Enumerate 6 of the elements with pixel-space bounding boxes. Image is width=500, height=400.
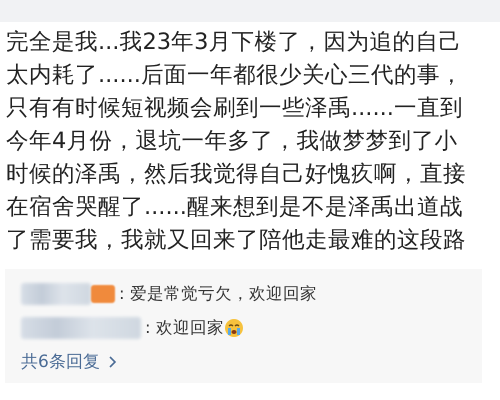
blurred-username (21, 283, 91, 305)
reply-text: : 爱是常觉亏欠，欢迎回家 (119, 283, 317, 305)
more-replies-link[interactable]: 共6条回复 (21, 345, 100, 379)
reply-text: : 欢迎回家 (145, 317, 224, 339)
chevron-right-icon[interactable] (108, 355, 118, 369)
post-text: 完全是我...我23年3月下楼了，因为追的自己太内耗了......后面一年都很少关心三代的事，只有有时候短视频会刷到一些泽禹......一直到今年4月份，退坑一年多了，我做梦梦到了小时候的泽禹，然后我觉得自己好愧疚啊，直接在宿舍哭醒了......醒来想到是不是泽禹出道战了需要我，我就又回来了陪他走最难的这段路 (5, 28, 467, 255)
